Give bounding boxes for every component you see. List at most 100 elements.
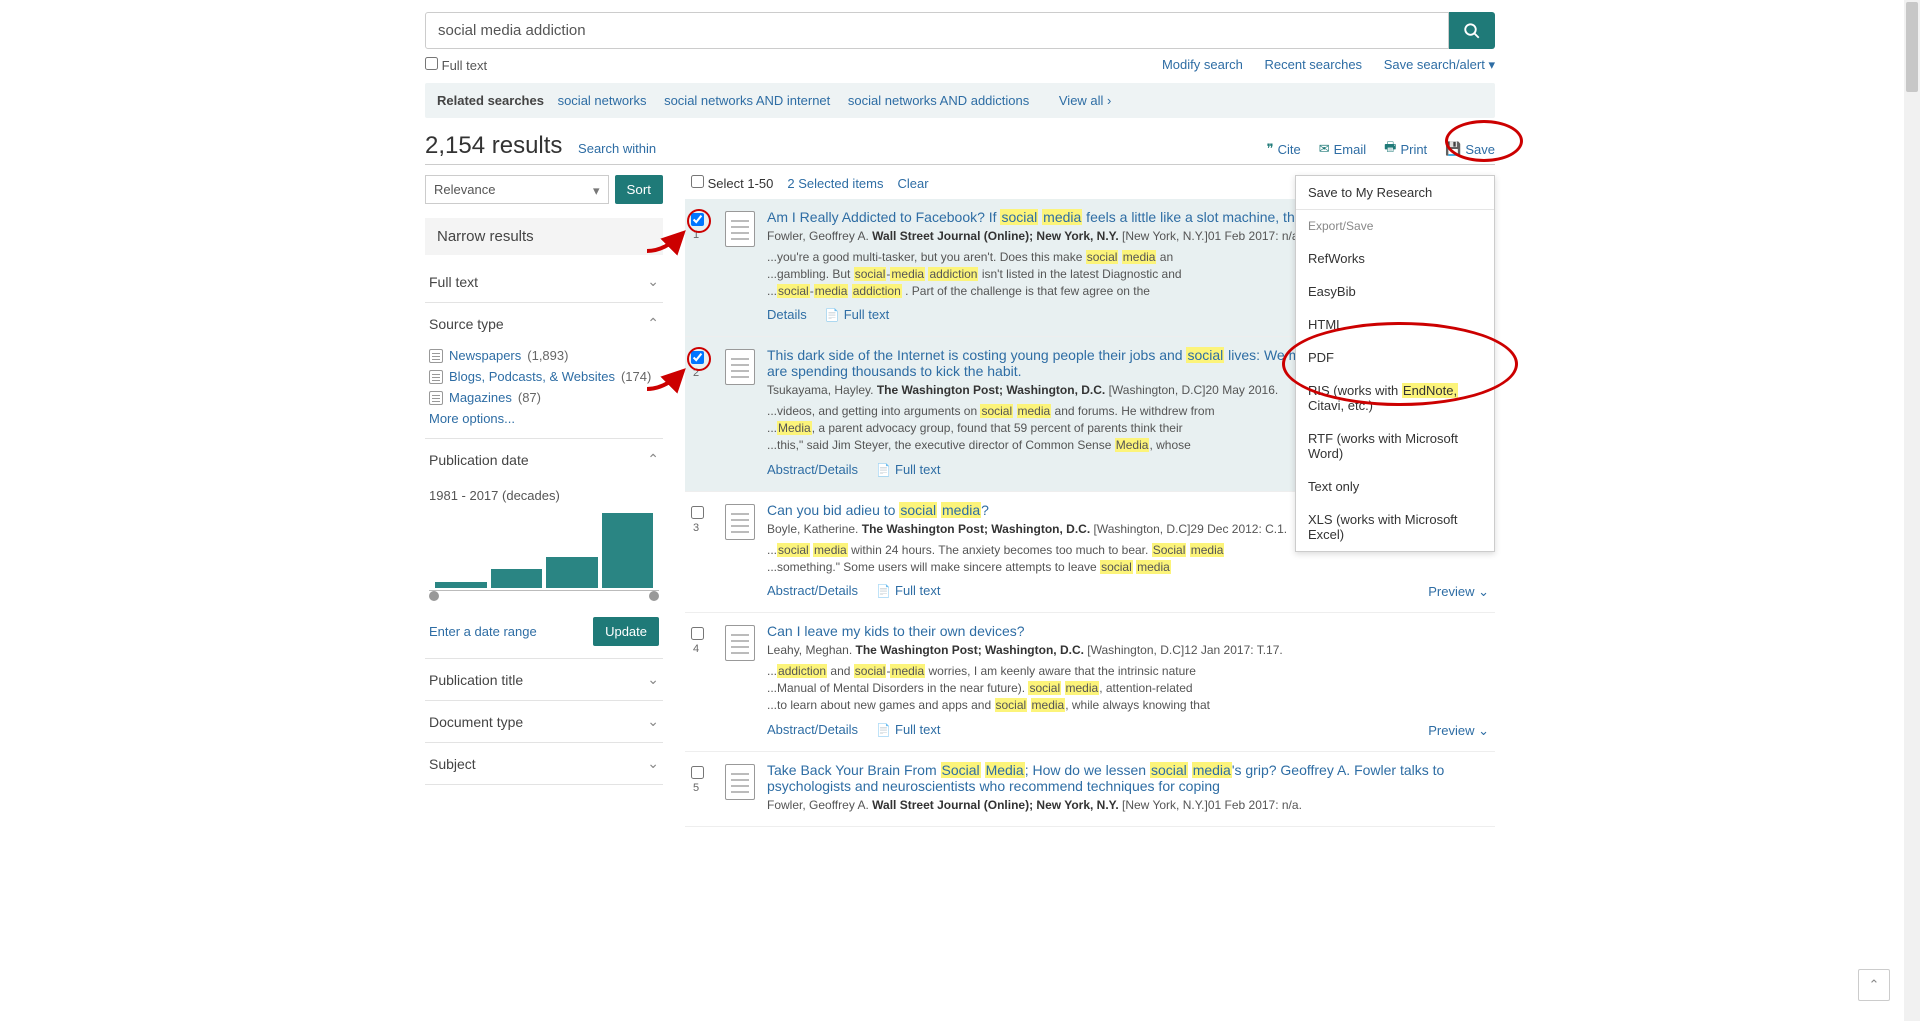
document-icon	[725, 349, 755, 385]
chevron-down-icon: ⌄	[647, 273, 659, 290]
dd-rtf[interactable]: RTF (works with Microsoft Word)	[1296, 422, 1494, 470]
related-link[interactable]: social networks AND internet	[664, 93, 830, 108]
cite-action[interactable]: ❞Cite	[1267, 138, 1301, 160]
pubdate-range-label: 1981 - 2017 (decades)	[429, 488, 659, 503]
related-link[interactable]: social networks AND addictions	[848, 93, 1029, 108]
result-number: 4	[693, 643, 699, 655]
related-link[interactable]: social networks	[558, 93, 647, 108]
recent-searches-link[interactable]: Recent searches	[1265, 57, 1363, 72]
result-checkbox[interactable]	[691, 351, 704, 364]
pubdate-barchart[interactable]	[429, 511, 659, 591]
result-checkbox[interactable]	[691, 506, 704, 519]
result-link[interactable]: Abstract/Details	[767, 722, 858, 737]
related-viewall-link[interactable]: View all ›	[1059, 93, 1112, 108]
fulltext-checkbox[interactable]	[425, 57, 438, 70]
document-icon	[725, 504, 755, 540]
results-count: 2,154 results	[425, 132, 562, 159]
chevron-up-icon: ⌃	[647, 315, 659, 332]
result-title[interactable]: Can I leave my kids to their own devices…	[767, 623, 1025, 639]
search-within-link[interactable]: Search within	[578, 141, 656, 156]
scroll-top-button[interactable]: ⌃	[1858, 969, 1890, 1001]
scrollbar-thumb[interactable]	[1906, 2, 1918, 92]
source-newspapers[interactable]: Newspapers	[449, 348, 521, 363]
document-icon	[725, 764, 755, 800]
facet-fulltext[interactable]: Full text⌄	[425, 261, 663, 302]
result-link[interactable]: Details	[767, 307, 807, 322]
result-checkbox[interactable]	[691, 627, 704, 640]
result-link[interactable]: Full text	[825, 307, 889, 322]
selected-items-link[interactable]: 2 Selected items	[787, 176, 883, 191]
modify-search-link[interactable]: Modify search	[1162, 57, 1243, 72]
result-checkbox[interactable]	[691, 213, 704, 226]
save-export-dropdown: Save to My Research Export/Save RefWorks…	[1295, 175, 1495, 552]
select-all-label[interactable]: Select 1-50	[691, 175, 773, 191]
slider-handle-left[interactable]	[429, 591, 439, 601]
result-link[interactable]: Full text	[876, 722, 940, 737]
bar	[435, 582, 487, 588]
save-search-alert-link[interactable]: Save search/alert ▾	[1384, 57, 1495, 72]
email-action[interactable]: ✉Email	[1319, 138, 1366, 160]
print-action[interactable]: 🖶Print	[1384, 138, 1427, 160]
result-number: 3	[693, 522, 699, 534]
slider-handle-right[interactable]	[649, 591, 659, 601]
sort-button[interactable]: Sort	[615, 175, 663, 204]
dd-ris[interactable]: RIS (works with EndNote, Citavi, etc.)	[1296, 374, 1494, 422]
result-number: 2	[693, 367, 699, 379]
facet-sourcetype[interactable]: Source type⌃	[425, 303, 663, 344]
dd-text[interactable]: Text only	[1296, 470, 1494, 503]
doc-icon	[429, 391, 443, 405]
result-title[interactable]: Take Back Your Brain From Social Media; …	[767, 762, 1444, 794]
preview-link[interactable]: Preview ⌄	[1428, 584, 1489, 599]
bar	[602, 513, 654, 588]
bar	[546, 557, 598, 588]
enter-date-range-link[interactable]: Enter a date range	[429, 624, 537, 639]
result-link[interactable]: Abstract/Details	[767, 583, 858, 598]
doc-icon	[429, 370, 443, 384]
result-item: 5 Take Back Your Brain From Social Media;…	[685, 752, 1495, 827]
narrow-results-header: Narrow results	[425, 218, 663, 255]
document-icon	[725, 625, 755, 661]
dd-save-my-research[interactable]: Save to My Research	[1296, 176, 1494, 209]
related-label: Related searches	[437, 93, 544, 108]
chevron-down-icon: ⌄	[647, 713, 659, 730]
search-icon	[1463, 22, 1481, 40]
search-input[interactable]	[425, 12, 1449, 49]
document-icon	[725, 211, 755, 247]
more-options-link[interactable]: More options...	[429, 411, 515, 426]
sort-select[interactable]: Relevance	[425, 175, 609, 204]
scrollbar[interactable]	[1904, 0, 1920, 1021]
dd-pdf[interactable]: PDF	[1296, 341, 1494, 374]
fulltext-checkbox-label[interactable]: Full text	[425, 57, 487, 73]
related-searches-bar: Related searches social networks social …	[425, 83, 1495, 118]
email-icon: ✉	[1319, 141, 1330, 157]
facet-pubdate[interactable]: Publication date⌃	[425, 439, 663, 480]
result-number: 5	[693, 782, 699, 794]
save-icon: 💾	[1445, 141, 1461, 157]
source-magazines[interactable]: Magazines	[449, 390, 512, 405]
result-title[interactable]: Can you bid adieu to social media?	[767, 502, 989, 518]
dd-html[interactable]: HTML	[1296, 308, 1494, 341]
facet-subject[interactable]: Subject⌄	[425, 743, 663, 784]
result-link[interactable]: Full text	[876, 583, 940, 598]
source-blogs[interactable]: Blogs, Podcasts, & Websites	[449, 369, 615, 384]
search-button[interactable]	[1449, 12, 1495, 49]
result-meta: Fowler, Geoffrey A. Wall Street Journal …	[767, 798, 1489, 812]
clear-selection-link[interactable]: Clear	[898, 176, 929, 191]
update-button[interactable]: Update	[593, 617, 659, 646]
save-action[interactable]: 💾Save	[1445, 138, 1495, 160]
doc-icon	[429, 349, 443, 363]
dd-xls[interactable]: XLS (works with Microsoft Excel)	[1296, 503, 1494, 551]
result-link[interactable]: Full text	[876, 462, 940, 477]
facet-pubtitle[interactable]: Publication title⌄	[425, 659, 663, 700]
preview-link[interactable]: Preview ⌄	[1428, 723, 1489, 738]
quote-icon: ❞	[1267, 141, 1274, 157]
result-checkbox[interactable]	[691, 766, 704, 779]
chevron-up-icon: ⌃	[1869, 977, 1880, 993]
dd-refworks[interactable]: RefWorks	[1296, 242, 1494, 275]
chevron-down-icon: ⌄	[647, 671, 659, 688]
result-number: 1	[693, 229, 699, 241]
select-all-checkbox[interactable]	[691, 175, 704, 188]
result-link[interactable]: Abstract/Details	[767, 462, 858, 477]
facet-doctype[interactable]: Document type⌄	[425, 701, 663, 742]
dd-easybib[interactable]: EasyBib	[1296, 275, 1494, 308]
